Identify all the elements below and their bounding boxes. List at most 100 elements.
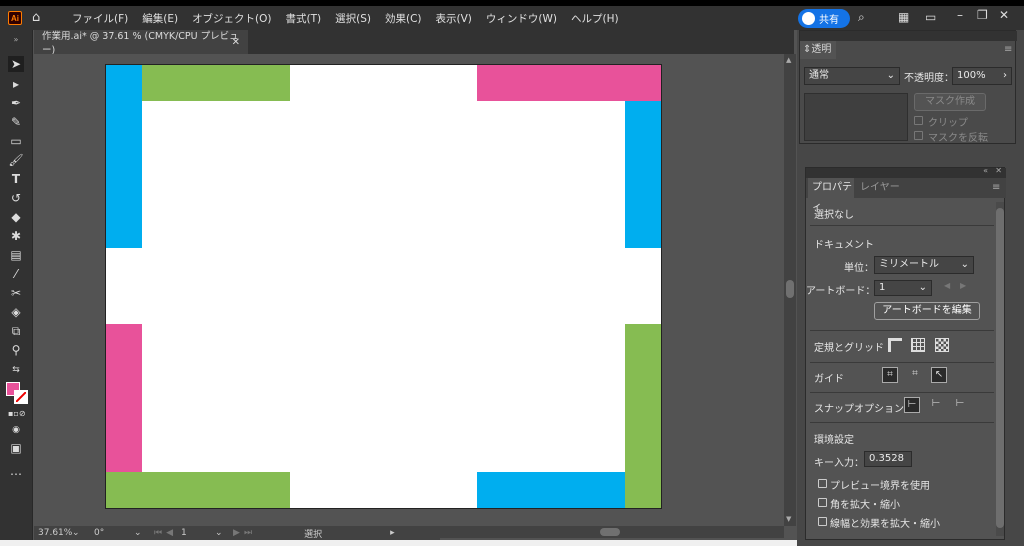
opacity-field[interactable]: 100% ›	[952, 67, 1012, 85]
shape-builder-tool-icon[interactable]: ✂	[8, 285, 24, 301]
scale-corners-checkbox[interactable]	[818, 498, 827, 507]
document-tab[interactable]: 作業用.ai* @ 37.61 % (CMYK/CPU プレビュー) ✕	[34, 30, 248, 56]
next-artboard-icon[interactable]: ▶	[233, 528, 240, 538]
preview-bounds-checkbox[interactable]	[818, 479, 827, 488]
menu-effect[interactable]: 効果(C)	[385, 11, 422, 26]
panel-menu-icon[interactable]: ≡	[1004, 44, 1012, 55]
pink-bar-top-right[interactable]	[477, 65, 661, 101]
invert-mask-checkbox[interactable]	[914, 131, 923, 140]
minimize-icon[interactable]: –	[957, 8, 963, 22]
last-artboard-icon[interactable]: ⏭	[244, 528, 252, 538]
arrange-documents-icon[interactable]: ▦	[898, 10, 909, 24]
smart-guides-icon[interactable]: ↖	[931, 367, 947, 383]
direct-selection-tool-icon[interactable]: ▸	[8, 76, 24, 92]
rulers-icon[interactable]	[888, 338, 902, 352]
rotation-dropdown-icon[interactable]: ⌄	[134, 528, 148, 538]
more-tools-icon[interactable]: ⋯	[8, 466, 24, 482]
snap-to-pixel-icon[interactable]: ⊢	[928, 397, 944, 413]
close-icon[interactable]: ✕	[999, 8, 1009, 22]
scroll-down-icon[interactable]: ▼	[786, 515, 791, 523]
green-bar-bottom-right[interactable]	[625, 324, 661, 508]
pink-bar-bottom-left[interactable]	[106, 324, 142, 472]
zoom-level[interactable]: 37.61%	[38, 528, 72, 538]
restore-icon[interactable]: ❐	[977, 8, 988, 22]
show-guides-icon[interactable]: ⌗	[882, 367, 898, 383]
tab-layers[interactable]: レイヤー	[860, 178, 900, 198]
artboard-select[interactable]: 1 ⌄	[874, 280, 932, 296]
swap-fill-stroke-icon[interactable]: ⇆	[8, 362, 24, 378]
stroke-swatch[interactable]	[14, 390, 28, 404]
artboard[interactable]	[105, 64, 662, 509]
horizontal-scroll-thumb[interactable]	[600, 528, 620, 536]
blue-bar-top-left[interactable]	[106, 65, 142, 248]
previous-artboard-icon[interactable]: ◀	[944, 281, 950, 290]
blend-tool-icon[interactable]: ◈	[8, 304, 24, 320]
type-tool-icon[interactable]: T	[8, 171, 24, 187]
green-bar-bottom-left[interactable]	[106, 472, 290, 508]
eraser-tool-icon[interactable]: ◆	[8, 209, 24, 225]
close-tab-icon[interactable]: ✕	[232, 37, 240, 48]
status-menu-icon[interactable]: ▸	[390, 528, 395, 538]
mask-thumbnail	[804, 93, 908, 141]
paintbrush-tool-icon[interactable]: 🖌	[8, 152, 24, 168]
scroll-up-icon[interactable]: ▲	[786, 56, 791, 64]
eyedropper-tool-icon[interactable]: ⁄	[8, 266, 24, 282]
green-bar-top-left[interactable]	[142, 65, 290, 101]
selection-tool-icon[interactable]: ➤	[8, 56, 24, 72]
divider	[810, 225, 994, 226]
panel-menu-icon[interactable]: ≡	[992, 182, 1000, 193]
blue-bar-bottom-right[interactable]	[477, 472, 625, 508]
gradient-tool-icon[interactable]: ▤	[8, 247, 24, 263]
transparency-tab[interactable]: ⇕透明	[800, 41, 836, 59]
collapse-toolbar-icon[interactable]: »	[8, 32, 24, 48]
zoom-tool-icon[interactable]: ⚲	[8, 342, 24, 358]
units-select[interactable]: ミリメートル ⌄	[874, 256, 974, 274]
share-button[interactable]: 共有	[798, 9, 850, 28]
rotation-value[interactable]: 0°	[94, 528, 134, 538]
snap-to-point-icon[interactable]: ⊢	[904, 397, 920, 413]
workspace-switcher-icon[interactable]: ▭	[925, 10, 936, 24]
search-icon[interactable]: ⌕	[858, 10, 865, 25]
color-mode-icons[interactable]: ▪▫⊘	[8, 406, 26, 422]
properties-scroll-thumb[interactable]	[996, 208, 1004, 528]
curvature-tool-icon[interactable]: ✎	[8, 114, 24, 130]
draw-mode-icon[interactable]: ◉	[8, 422, 24, 438]
make-mask-button[interactable]: マスク作成	[914, 93, 986, 111]
scale-strokes-checkbox[interactable]	[818, 517, 827, 526]
blend-mode-select[interactable]: 通常 ⌄	[804, 67, 900, 85]
collapse-panel-icon[interactable]: «	[983, 166, 988, 175]
menu-object[interactable]: オブジェクト(O)	[192, 11, 271, 26]
warp-tool-icon[interactable]: ✱	[8, 228, 24, 244]
key-increment-field[interactable]: 0.3528 m	[864, 451, 912, 467]
rotate-tool-icon[interactable]: ↺	[8, 190, 24, 206]
menu-help[interactable]: ヘルプ(H)	[571, 11, 619, 26]
rectangle-tool-icon[interactable]: ▭	[8, 133, 24, 149]
menu-window[interactable]: ウィンドウ(W)	[486, 11, 557, 26]
tab-properties[interactable]: プロパティ	[808, 178, 854, 213]
home-icon[interactable]: ⌂	[32, 11, 48, 25]
lock-guides-icon[interactable]: ⌗	[907, 367, 923, 383]
transparency-grid-icon[interactable]	[935, 338, 949, 352]
screen-mode-icon[interactable]: ▣	[8, 440, 24, 456]
first-artboard-icon[interactable]: ⏮	[154, 528, 162, 538]
vertical-scroll-thumb[interactable]	[786, 280, 794, 298]
artboard-number[interactable]: 1	[181, 528, 215, 538]
clip-checkbox[interactable]	[914, 116, 923, 125]
menu-edit[interactable]: 編集(E)	[142, 11, 178, 26]
artboard-tool-icon[interactable]: ⧉	[8, 323, 24, 339]
menu-type[interactable]: 書式(T)	[286, 11, 322, 26]
menu-view[interactable]: 表示(V)	[436, 11, 472, 26]
edit-artboards-button[interactable]: アートボードを編集	[874, 302, 980, 320]
menu-file[interactable]: ファイル(F)	[72, 11, 128, 26]
snap-to-glyph-icon[interactable]: ⊢	[952, 397, 968, 413]
previous-artboard-icon[interactable]: ◀	[166, 528, 173, 538]
next-artboard-icon[interactable]: ▶	[960, 281, 966, 290]
blue-bar-top-right[interactable]	[625, 101, 661, 248]
close-panel-icon[interactable]: ✕	[995, 166, 1002, 175]
grid-icon[interactable]	[911, 338, 925, 352]
pen-tool-icon[interactable]: ✒	[8, 95, 24, 111]
artboard-dropdown-icon[interactable]: ⌄	[215, 528, 229, 538]
status-bar: 37.61% ⌄ 0° ⌄ ⏮ ◀ 1 ⌄ ▶ ⏭ 選択 ▸	[34, 526, 440, 540]
zoom-dropdown-icon[interactable]: ⌄	[72, 528, 86, 538]
menu-select[interactable]: 選択(S)	[335, 11, 371, 26]
